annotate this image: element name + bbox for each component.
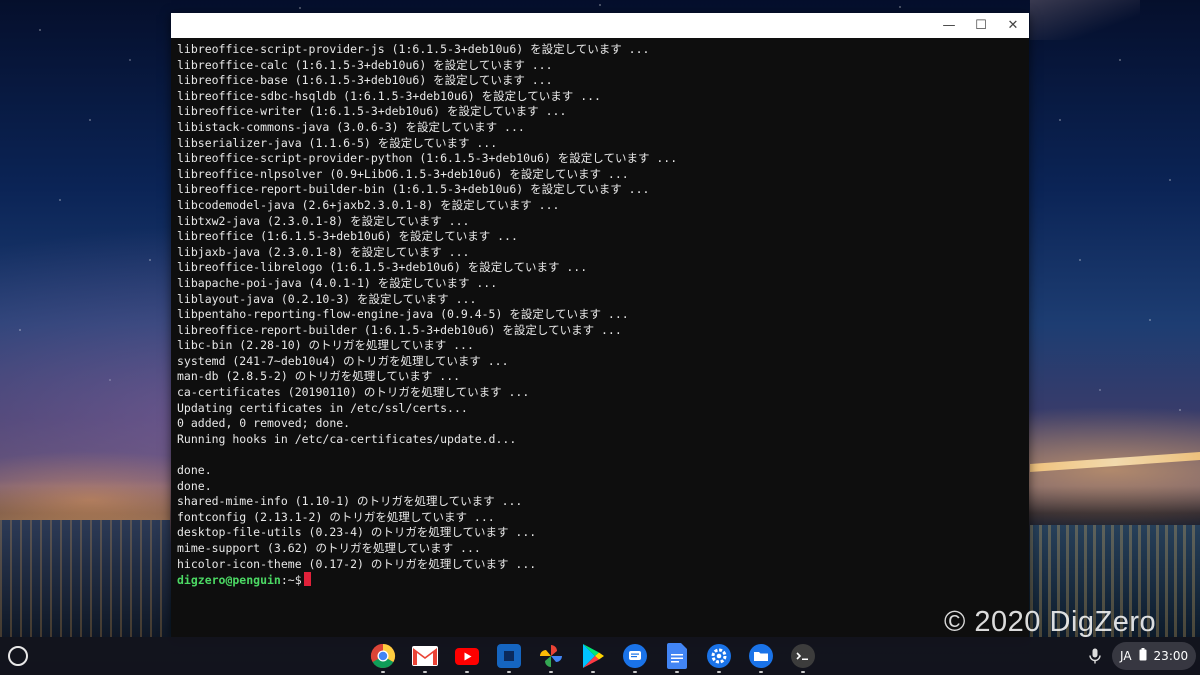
terminal-line: libreoffice-script-provider-js (1:6.1.5-… (177, 42, 650, 56)
files-icon[interactable] (746, 641, 776, 673)
terminal-line: libreoffice-base (1:6.1.5-3+deb10u6) を設定… (177, 73, 553, 88)
window-titlebar[interactable]: — ☐ ✕ (171, 13, 1029, 38)
terminal-line: desktop-file-utils (0.23-4) のトリガを処理しています… (177, 525, 537, 540)
running-indicator (423, 671, 427, 673)
prompt-user: digzero@penguin (177, 573, 281, 588)
terminal-line: man-db (2.8.5-2) のトリガを処理しています ... (177, 369, 461, 384)
text-cursor (303, 572, 311, 587)
minimize-button[interactable]: — (933, 13, 965, 38)
clock: 23:00 (1153, 649, 1189, 663)
wallpaper-city-lights (0, 480, 170, 520)
terminal-line: Running hooks in /etc/ca-certificates/up… (177, 431, 517, 446)
terminal-line: 0 added, 0 removed; done. (177, 416, 351, 431)
running-indicator (717, 671, 721, 673)
running-indicator (801, 671, 805, 673)
terminal-line: libreoffice-librelogo (1:6.1.5-3+deb10u6… (177, 260, 588, 275)
youtube-icon[interactable] (452, 641, 482, 673)
terminal-line: systemd (241-7~deb10u4) のトリガを処理しています ... (177, 353, 509, 368)
app-square-icon[interactable] (494, 641, 524, 673)
terminal-icon[interactable] (788, 641, 818, 673)
terminal-line: libreoffice-script-provider-python (1:6.… (177, 151, 678, 166)
terminal-line: hicolor-icon-theme (0.17-2) のトリガを処理しています… (177, 556, 537, 571)
messages-icon[interactable] (620, 641, 650, 673)
wallpaper-bridge-lights (1030, 452, 1200, 472)
terminal-line: liblayout-java (0.2.10-3) を設定しています ... (177, 291, 477, 306)
wallpaper-bridge-tower (1030, 0, 1140, 40)
terminal-line: libistack-commons-java (3.0.6-3) を設定していま… (177, 119, 525, 134)
terminal-line: libpentaho-reporting-flow-engine-java (0… (177, 307, 629, 322)
wallpaper-water-left (0, 520, 170, 637)
terminal-line: libserializer-java (1.1.6-5) を設定しています ..… (177, 135, 498, 150)
terminal-line: libreoffice-sdbc-hsqldb (1:6.1.5-3+deb10… (177, 88, 601, 103)
terminal-line: done. (177, 463, 212, 478)
shelf: JA 23:00 (0, 637, 1200, 675)
running-indicator (759, 671, 763, 673)
terminal-line: libreoffice-report-builder (1:6.1.5-3+de… (177, 322, 622, 337)
battery-icon (1139, 648, 1147, 664)
shelf-apps (368, 641, 818, 673)
terminal-line: fontconfig (2.13.1-2) のトリガを処理しています ... (177, 509, 495, 524)
terminal-line: mime-support (3.62) のトリガを処理しています ... (177, 541, 481, 555)
prompt-path: :~$ (280, 573, 302, 588)
running-indicator (381, 671, 385, 673)
watermark-text: © 2020 DigZero (944, 606, 1157, 638)
terminal-prompt[interactable]: digzero@penguin:~$ (177, 572, 1029, 588)
docs-icon[interactable] (662, 641, 692, 673)
running-indicator (591, 671, 595, 673)
terminal-line: shared-mime-info (1.10-1) のトリガを処理しています .… (177, 494, 523, 509)
maximize-button[interactable]: ☐ (965, 13, 997, 38)
photos-icon[interactable] (536, 641, 566, 673)
status-tray[interactable]: JA 23:00 (1112, 642, 1197, 670)
gmail-icon[interactable] (410, 641, 440, 673)
terminal-line: ca-certificates (20190110) のトリガを処理しています … (177, 385, 530, 400)
terminal-window[interactable]: — ☐ ✕ libreoffice-script-provider-js (1:… (171, 13, 1029, 637)
ime-indicator: JA (1120, 649, 1132, 663)
terminal-line: libreoffice (1:6.1.5-3+deb10u6) を設定しています… (177, 229, 518, 244)
terminal-line: done. (177, 478, 212, 493)
running-indicator (675, 671, 679, 673)
chrome-icon[interactable] (368, 641, 398, 673)
terminal-line: libreoffice-nlpsolver (0.9+LibO6.1.5-3+d… (177, 166, 629, 181)
microphone-icon[interactable] (1084, 645, 1106, 667)
settings-icon[interactable] (704, 641, 734, 673)
terminal-line: libjaxb-java (2.3.0.1-8) を設定しています ... (177, 244, 470, 259)
terminal-line: libc-bin (2.28-10) のトリガを処理しています ... (177, 338, 474, 353)
launcher-button[interactable] (8, 646, 28, 666)
terminal-line: Updating certificates in /etc/ssl/certs.… (177, 400, 468, 415)
terminal-line: libapache-poi-java (4.0.1-1) を設定しています ..… (177, 275, 498, 290)
play-store-icon[interactable] (578, 641, 608, 673)
running-indicator (549, 671, 553, 673)
terminal-line: libtxw2-java (2.3.0.1-8) を設定しています ... (177, 213, 470, 228)
running-indicator (633, 671, 637, 673)
terminal-line: libcodemodel-java (2.6+jaxb2.3.0.1-8) を設… (177, 197, 560, 212)
terminal-line: libreoffice-report-builder-bin (1:6.1.5-… (177, 182, 650, 197)
close-button[interactable]: ✕ (997, 13, 1029, 38)
terminal-line: libreoffice-calc (1:6.1.5-3+deb10u6) を設定… (177, 57, 553, 72)
terminal-output[interactable]: libreoffice-script-provider-js (1:6.1.5-… (171, 38, 1029, 588)
running-indicator (507, 671, 511, 673)
terminal-line: libreoffice-writer (1:6.1.5-3+deb10u6) を… (177, 104, 567, 119)
running-indicator (465, 671, 469, 673)
